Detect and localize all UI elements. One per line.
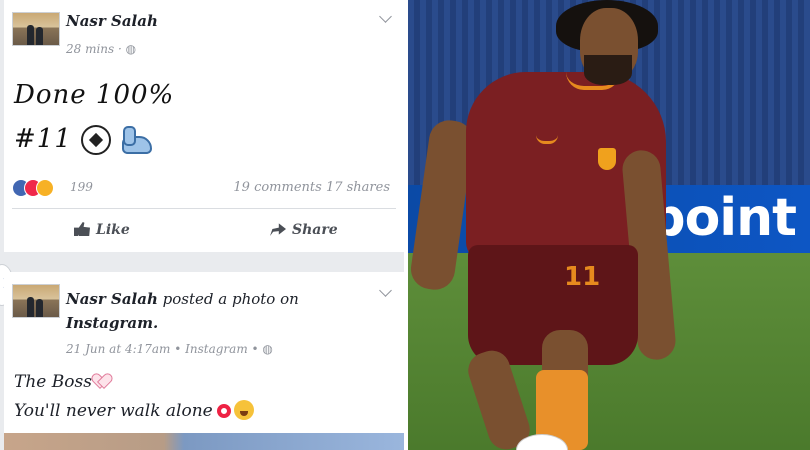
- divider: [12, 208, 396, 209]
- post-author-name[interactable]: Nasr Salah: [66, 290, 158, 308]
- post-app-link[interactable]: Instagram.: [66, 314, 158, 332]
- wow-reaction-icon: [36, 179, 54, 197]
- facebook-feed-screenshot: Nasr Salah 28 mins · ◍ Done 100% #11 199…: [0, 0, 404, 450]
- comments-shares-count[interactable]: 19 comments 17 shares: [233, 180, 390, 195]
- reactions-icons[interactable]: [12, 179, 72, 197]
- post-header: Nasr Salah posted a photo on: [66, 290, 299, 308]
- flexed-bicep-icon: [120, 126, 153, 154]
- post-author-name[interactable]: Nasr Salah: [66, 12, 158, 30]
- heart-icon: [94, 374, 108, 388]
- avatar[interactable]: [12, 284, 60, 318]
- soccer-ball-icon: [81, 125, 112, 155]
- globe-icon: ◍: [125, 42, 137, 56]
- chevron-down-icon[interactable]: [379, 284, 392, 297]
- post-photo-preview[interactable]: [4, 433, 404, 450]
- globe-icon: ◍: [262, 342, 273, 356]
- post-timestamp[interactable]: 28 mins · ◍: [66, 42, 136, 56]
- post-text-line2: You'll never walk alone: [14, 400, 254, 421]
- post-card: Nasr Salah 28 mins · ◍ Done 100% #11 199…: [4, 0, 404, 252]
- smiley-icon: [233, 400, 254, 420]
- comments-count[interactable]: 19 comments: [233, 180, 321, 195]
- avatar[interactable]: [12, 12, 60, 46]
- post-timestamp[interactable]: 21 Jun at 4:17am • Instagram • ◍: [66, 342, 273, 356]
- reactions-count[interactable]: 199: [70, 180, 93, 194]
- post-text-line1: Done 100%: [14, 80, 175, 110]
- share-arrow-icon: [270, 223, 286, 236]
- like-button[interactable]: Like: [74, 222, 130, 238]
- chevron-down-icon[interactable]: [379, 10, 392, 23]
- player-beard: [584, 55, 632, 85]
- club-crest-icon: [598, 148, 616, 170]
- share-button[interactable]: Share: [270, 222, 338, 238]
- red-circle-icon: [216, 404, 231, 418]
- post-text-line1: The Boss: [14, 372, 108, 392]
- shares-count[interactable]: 17 shares: [326, 180, 390, 195]
- shorts-number: 11: [564, 262, 601, 292]
- post-text-line2: #11: [14, 124, 153, 155]
- post-card: Nasr Salah posted a photo on Instagram. …: [4, 272, 404, 450]
- player-photo: ypoint 11: [408, 0, 810, 450]
- thumbs-up-icon: [74, 222, 90, 236]
